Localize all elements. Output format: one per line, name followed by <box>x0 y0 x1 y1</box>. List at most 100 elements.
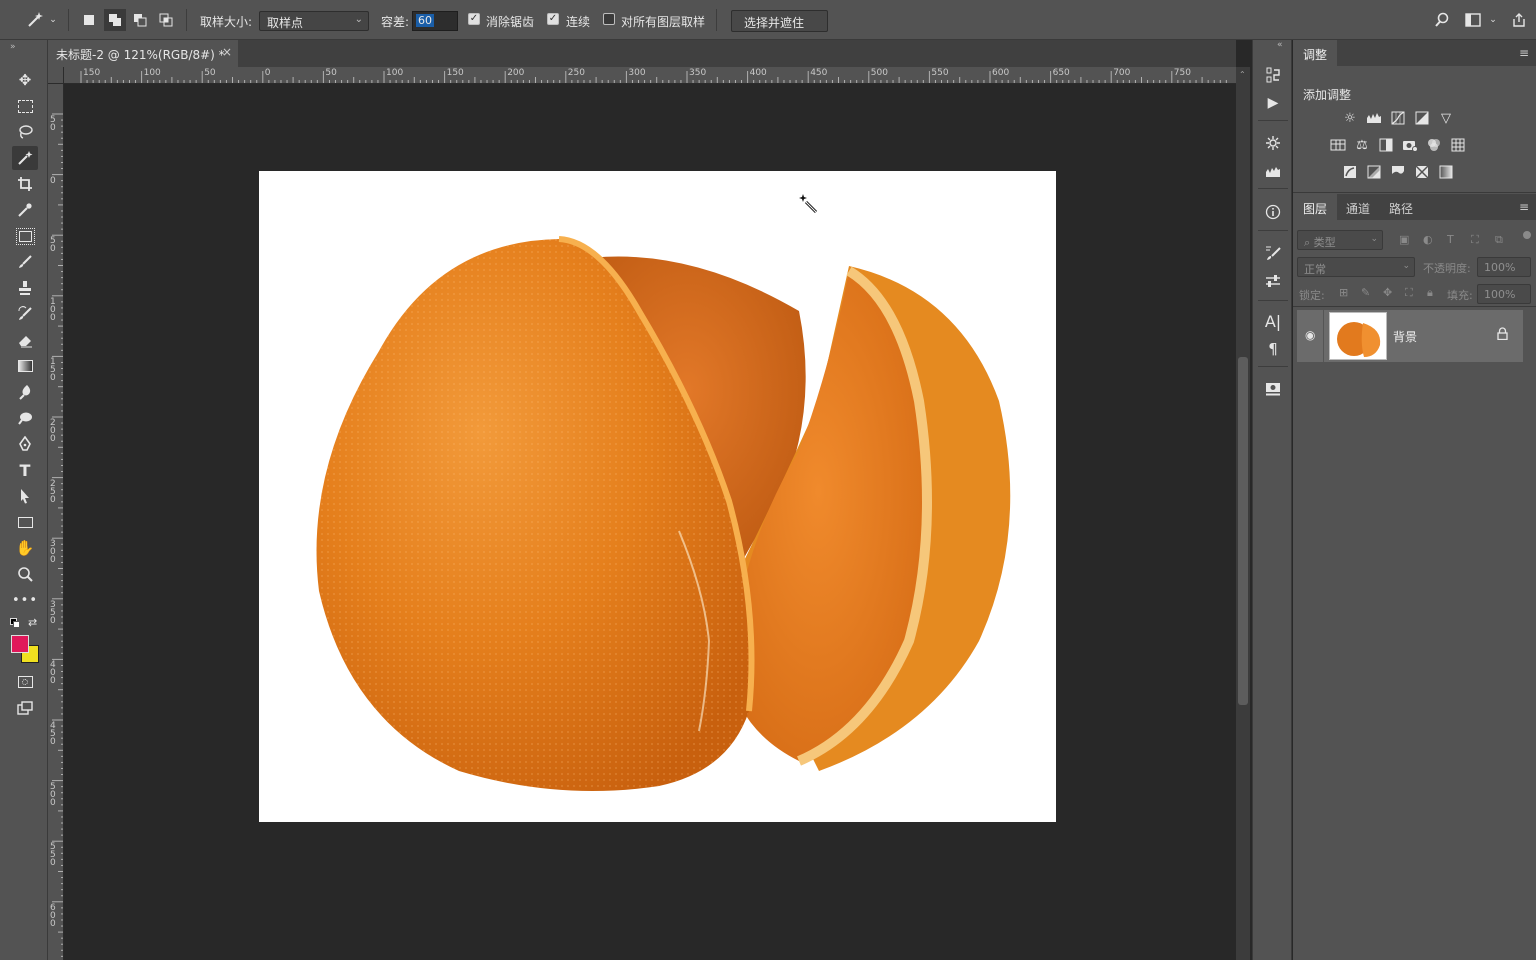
play-actions-icon[interactable]: ▶ <box>1260 92 1286 114</box>
subtract-from-selection-icon[interactable] <box>131 11 149 29</box>
color-lookup-icon[interactable] <box>1449 137 1467 153</box>
rectangle-tool-icon[interactable] <box>12 510 38 534</box>
magic-wand-tool-preset-icon[interactable] <box>26 11 44 29</box>
magic-wand-tool-icon[interactable] <box>12 146 38 170</box>
foreground-color-swatch[interactable] <box>11 635 29 653</box>
filter-smart-object-icon[interactable]: ⧉ <box>1495 233 1503 247</box>
marquee-tool-icon[interactable] <box>12 94 38 118</box>
eye-icon[interactable]: ◉ <box>1305 328 1315 342</box>
hue-saturation-icon[interactable] <box>1329 137 1347 153</box>
gradient-map-icon[interactable] <box>1437 164 1455 180</box>
lock-artboard-icon[interactable]: ⛶ <box>1405 286 1413 300</box>
brush-tool-icon[interactable] <box>12 250 38 274</box>
histogram-panel-icon[interactable] <box>1260 160 1286 182</box>
tab-paths[interactable]: 路径 <box>1379 194 1423 220</box>
color-balance-icon[interactable]: ⚖ <box>1353 137 1371 153</box>
vibrance-icon[interactable]: ▽ <box>1437 110 1455 126</box>
eraser-tool-icon[interactable] <box>12 328 38 352</box>
adjustment-sliders-icon[interactable] <box>1260 270 1286 292</box>
posterize-icon[interactable] <box>1365 164 1383 180</box>
stamp-tool-icon[interactable] <box>12 276 38 300</box>
frame-tool-icon[interactable] <box>12 224 38 248</box>
tab-channels[interactable]: 通道 <box>1336 194 1380 220</box>
screen-mode-icon[interactable] <box>12 696 38 720</box>
properties-panel-icon[interactable] <box>1260 132 1286 154</box>
intersect-selection-icon[interactable] <box>157 11 175 29</box>
lock-image-icon[interactable]: ✎ <box>1361 286 1370 299</box>
character-panel-icon[interactable]: A| <box>1260 310 1286 332</box>
fill-input[interactable]: 100% <box>1477 284 1531 304</box>
scrollbar-thumb[interactable] <box>1238 357 1248 705</box>
collapse-icon[interactable]: « <box>1277 40 1283 50</box>
blend-mode-select[interactable]: 正常 ⌄ <box>1297 257 1415 277</box>
hand-tool-icon[interactable]: ✋ <box>12 536 38 560</box>
path-selection-icon[interactable] <box>12 484 38 508</box>
lock-icon[interactable] <box>1497 327 1508 343</box>
add-to-selection-icon[interactable] <box>104 9 126 31</box>
gradient-tool-icon[interactable] <box>12 354 38 378</box>
panel-menu-icon[interactable]: ≡ <box>1519 200 1529 214</box>
tab-layers[interactable]: 图层 <box>1293 194 1338 220</box>
chevron-down-icon[interactable]: ⌄ <box>1488 11 1498 29</box>
dodge-tool-icon[interactable] <box>12 406 38 430</box>
photo-filter-icon[interactable] <box>1401 137 1419 153</box>
info-panel-icon[interactable] <box>1260 201 1286 223</box>
filter-pixel-icon[interactable]: ▣ <box>1399 233 1409 246</box>
exposure-icon[interactable] <box>1413 110 1431 126</box>
swap-colors-icon[interactable]: ⇄ <box>28 616 37 629</box>
close-icon[interactable]: × <box>222 45 232 59</box>
lasso-tool-icon[interactable] <box>12 120 38 144</box>
eyedropper-tool-icon[interactable] <box>12 198 38 222</box>
layer-row[interactable]: ◉ 背景 <box>1297 310 1523 362</box>
more-tools-icon[interactable]: ••• <box>12 588 38 612</box>
pen-tool-icon[interactable] <box>12 432 38 456</box>
blur-tool-icon[interactable] <box>12 380 38 404</box>
quick-mask-icon[interactable] <box>12 670 38 694</box>
black-white-icon[interactable] <box>1377 137 1395 153</box>
lock-position-icon[interactable]: ✥ <box>1383 286 1392 299</box>
brightness-contrast-icon[interactable]: ☼ <box>1341 110 1359 126</box>
opacity-input[interactable]: 100% <box>1477 257 1531 277</box>
selective-color-icon[interactable] <box>1413 164 1431 180</box>
tab-adjustments[interactable]: 调整 <box>1293 40 1338 66</box>
panel-menu-icon[interactable]: ≡ <box>1519 46 1529 60</box>
all-layers-checkbox[interactable] <box>603 13 615 25</box>
crop-tool-icon[interactable] <box>12 172 38 196</box>
contiguous-checkbox[interactable]: ✓ <box>547 13 559 25</box>
filter-shape-icon[interactable]: ⛶ <box>1471 233 1479 247</box>
search-icon[interactable] <box>1433 11 1451 29</box>
move-tool-icon[interactable]: ✥ <box>12 68 38 92</box>
levels-icon[interactable] <box>1365 110 1383 126</box>
document-canvas[interactable] <box>259 171 1056 822</box>
vertical-ruler[interactable]: 50 0 50 100 150 200 250 300 350 400 450 500 550 600 <box>48 84 64 960</box>
share-icon[interactable] <box>1510 11 1528 29</box>
lock-transparent-icon[interactable]: ⊞ <box>1339 286 1348 299</box>
paragraph-panel-icon[interactable]: ¶ <box>1260 338 1286 360</box>
select-and-mask-button[interactable]: 选择并遮住 ... <box>731 10 828 45</box>
antialias-checkbox[interactable]: ✓ <box>468 13 480 25</box>
new-selection-icon[interactable] <box>80 11 98 29</box>
collapse-icon[interactable]: » <box>10 42 16 52</box>
invert-icon[interactable] <box>1341 164 1359 180</box>
chevron-down-icon[interactable]: ⌄ <box>48 11 58 29</box>
tolerance-input[interactable]: 60 <box>412 11 458 31</box>
history-panel-icon[interactable] <box>1260 64 1286 86</box>
document-tab[interactable]: 未标题-2 @ 121%(RGB/8#) * × <box>48 40 238 67</box>
libraries-panel-icon[interactable] <box>1260 378 1286 400</box>
zoom-tool-icon[interactable] <box>12 562 38 586</box>
vertical-scrollbar[interactable]: ⌃ <box>1236 67 1250 960</box>
scroll-up-icon[interactable]: ⌃ <box>1239 70 1246 79</box>
filter-toggle-icon[interactable] <box>1523 231 1531 239</box>
brush-settings-icon[interactable] <box>1260 242 1286 264</box>
canvas-area[interactable] <box>64 84 1236 960</box>
curves-icon[interactable] <box>1389 110 1407 126</box>
lock-all-icon[interactable]: 🔒︎ <box>1427 286 1433 300</box>
channel-mixer-icon[interactable] <box>1425 137 1443 153</box>
sample-size-select[interactable]: 取样点 ⌄ <box>259 11 369 31</box>
filter-type-icon[interactable]: T <box>1447 233 1454 246</box>
layer-filter-select[interactable]: ⌕ 类型 ⌄ <box>1297 230 1383 250</box>
threshold-icon[interactable] <box>1389 164 1407 180</box>
type-tool-icon[interactable]: T <box>12 458 38 482</box>
workspace-icon[interactable] <box>1464 11 1482 29</box>
filter-adjustment-icon[interactable]: ◐ <box>1423 233 1433 246</box>
